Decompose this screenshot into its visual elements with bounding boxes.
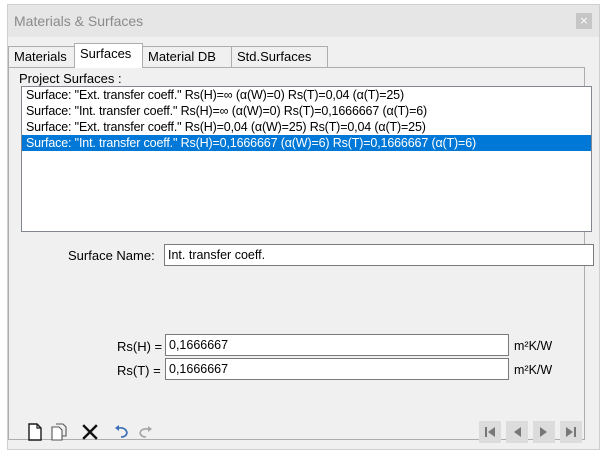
delete-button[interactable] [79, 421, 101, 443]
undo-button[interactable] [111, 421, 133, 443]
new-document-icon [28, 423, 42, 441]
list-item-selected[interactable]: Surface: "Int. transfer coeff." Rs(H)=0,… [22, 135, 591, 151]
first-record-icon [485, 427, 495, 437]
rs-t-field[interactable]: 0,1666667 [165, 358, 509, 380]
project-surfaces-label: Project Surfaces : [19, 71, 122, 86]
tab-surfaces[interactable]: Surfaces [74, 43, 143, 68]
rs-h-label: Rs(H) = [117, 339, 163, 354]
tab-materials[interactable]: Materials [8, 46, 75, 67]
tab-material-db-label: Material DB [148, 49, 216, 64]
tab-std-surfaces[interactable]: Std.Surfaces [231, 46, 328, 67]
surface-name-field[interactable]: Int. transfer coeff. [164, 244, 594, 266]
last-record-button[interactable] [560, 421, 582, 443]
project-surfaces-list[interactable]: Surface: "Ext. transfer coeff." Rs(H)=∞ … [21, 86, 592, 232]
redo-button[interactable] [134, 421, 156, 443]
new-button[interactable] [24, 421, 46, 443]
next-record-button[interactable] [533, 421, 555, 443]
tab-std-surfaces-label: Std.Surfaces [237, 49, 312, 64]
window-title: Materials & Surfaces [14, 13, 144, 29]
tab-materials-label: Materials [14, 49, 67, 64]
list-item[interactable]: Surface: "Ext. transfer coeff." Rs(H)=0,… [22, 119, 591, 135]
delete-icon [82, 424, 98, 440]
rs-t-unit: m²K/W [514, 363, 553, 377]
first-record-button[interactable] [479, 421, 501, 443]
list-item[interactable]: Surface: "Ext. transfer coeff." Rs(H)=∞ … [22, 87, 591, 103]
rs-h-field[interactable]: 0,1666667 [165, 334, 509, 356]
rs-t-label: Rs(T) = [117, 363, 161, 378]
close-icon: × [579, 14, 589, 27]
undo-icon [115, 425, 128, 438]
copy-document-icon [51, 423, 67, 441]
title-bar[interactable]: Materials & Surfaces × [8, 5, 599, 37]
previous-record-button[interactable] [506, 421, 528, 443]
last-record-icon [566, 427, 576, 437]
tab-surfaces-label: Surfaces [80, 46, 132, 61]
copy-button[interactable] [48, 421, 70, 443]
close-button[interactable]: × [576, 13, 592, 29]
list-item[interactable]: Surface: "Int. transfer coeff." Rs(H)=∞ … [22, 103, 591, 119]
tab-material-db[interactable]: Material DB [142, 46, 232, 67]
next-record-icon [540, 427, 547, 437]
redo-icon [139, 426, 152, 438]
previous-record-icon [514, 427, 521, 437]
rs-h-unit: m²K/W [514, 339, 553, 353]
surface-name-label: Surface Name: [68, 248, 155, 263]
